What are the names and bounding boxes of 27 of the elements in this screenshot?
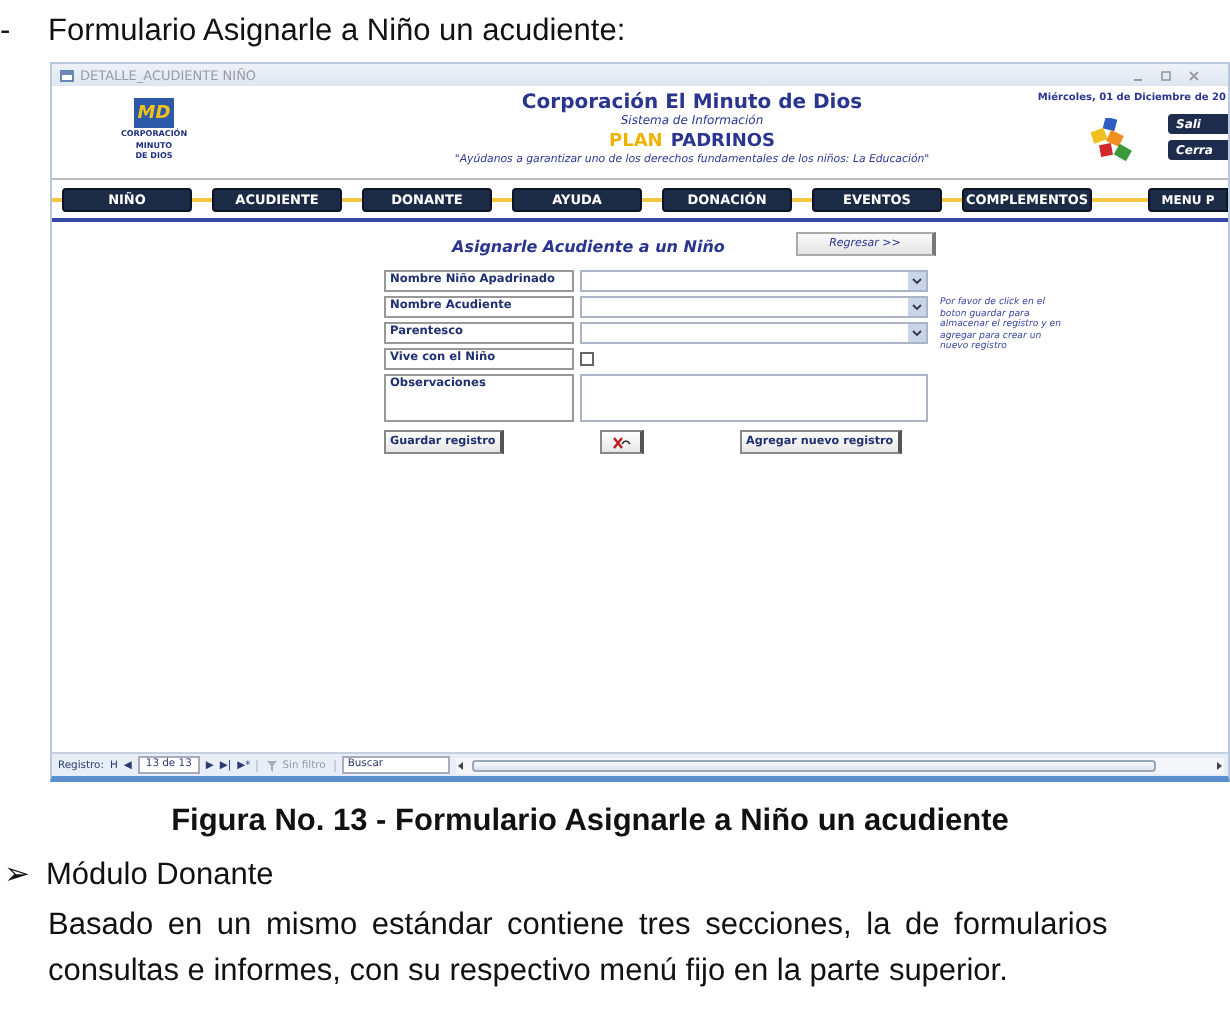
organization-name: Corporación El Minuto de Dios: [521, 92, 863, 114]
filter-icon: [266, 759, 279, 771]
plan-title: PADRINOS: [670, 132, 775, 152]
section-title: Módulo Donante: [46, 857, 274, 893]
section-heading: Formulario Asignarle a Niño un acudiente:: [48, 14, 626, 50]
undo-icon: [611, 435, 631, 449]
form-title: Asignarle Acudiente a un Niño: [452, 238, 725, 256]
list-bullet: -: [0, 14, 13, 50]
scroll-left-icon[interactable]: [455, 759, 466, 771]
list-bullet: ➢: [4, 856, 30, 894]
paragraph-line: Basado en un mismo estándar contiene tres secciones, la de formularios: [48, 906, 1110, 946]
checkbox[interactable]: [580, 352, 594, 366]
undo-button[interactable]: [600, 430, 644, 454]
paragraph-line: consultas e informes, con su respectivo menú fijo en la parte superior.: [48, 952, 1010, 992]
horizontal-scrollbar[interactable]: [455, 757, 1224, 773]
logo-mark: MD: [134, 98, 174, 128]
close-icon[interactable]: [1188, 69, 1200, 81]
scroll-thumb[interactable]: [471, 759, 1156, 771]
scroll-right-icon[interactable]: [1214, 759, 1224, 771]
puzzle-icon: [1088, 118, 1136, 162]
plan-title: PLAN: [609, 132, 663, 152]
form-icon: [60, 69, 74, 81]
dropdown-arrow-icon[interactable]: [908, 272, 926, 290]
figure-caption: Figura No. 13 - Formulario Asignarle a Niño un acudiente: [169, 804, 1011, 840]
maximize-icon[interactable]: [1160, 69, 1172, 81]
dropdown-arrow-icon[interactable]: [908, 298, 926, 316]
dropdown-arrow-icon[interactable]: [908, 324, 926, 342]
